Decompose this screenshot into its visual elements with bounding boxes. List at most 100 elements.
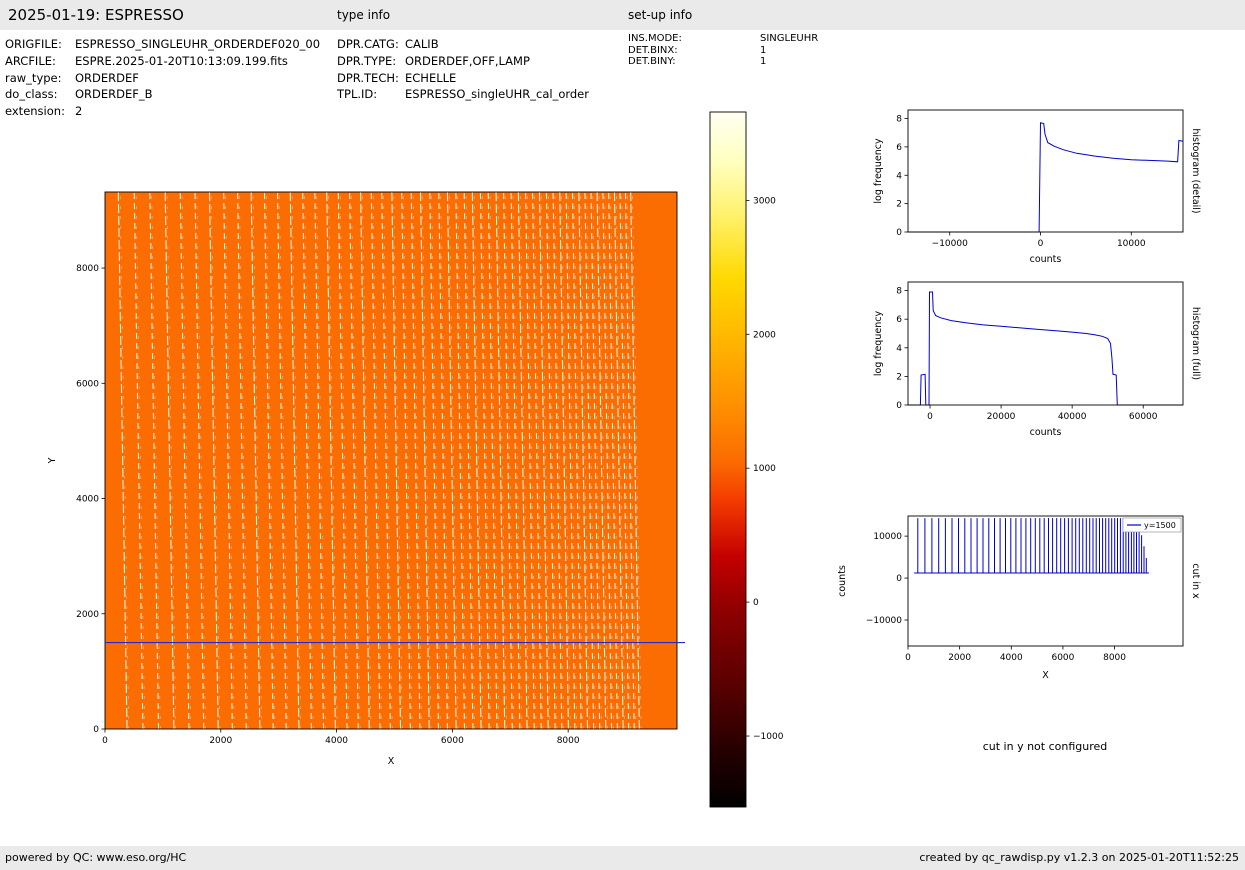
metadata-row-dprtech: DPR.TECH: ECHELLE (337, 70, 623, 87)
footer-created-by: created by qc_rawdisp.py v1.2.3 on 2025-… (919, 851, 1239, 864)
svg-text:3000: 3000 (753, 196, 776, 206)
meta-label: do_class: (5, 87, 58, 102)
svg-text:cut in x: cut in x (1190, 563, 1201, 599)
colorbar-gradient (709, 111, 747, 808)
svg-text:8000: 8000 (557, 736, 580, 746)
svg-text:histogram (full): histogram (full) (1190, 307, 1201, 380)
svg-text:4: 4 (896, 171, 902, 181)
svg-text:0: 0 (905, 653, 911, 663)
svg-text:counts: counts (1030, 427, 1062, 438)
type-info-block: DPR.CATG: CALIB DPR.TYPE: ORDERDEF,OFF,LAM… (337, 36, 623, 104)
svg-text:0: 0 (93, 725, 99, 735)
histogram-detail-plot: −10000 0 10000 0 2 4 6 8 counts log frequency hist… (873, 109, 1201, 265)
metadata-row-insmode: INS.MODE: SINGLEUHR (628, 33, 818, 45)
meta-label: DET.BINY: (628, 56, 676, 67)
meta-label: INS.MODE: (628, 33, 682, 44)
histogram-full-plot: 0 20000 40000 60000 0 2 4 6 8 counts log frequency… (873, 281, 1201, 438)
meta-value: ORDERDEF (75, 70, 139, 85)
svg-text:4000: 4000 (76, 495, 99, 505)
svg-text:8000: 8000 (76, 264, 99, 274)
svg-text:0: 0 (896, 574, 902, 584)
svg-text:1000: 1000 (753, 464, 776, 474)
svg-text:8: 8 (896, 115, 902, 125)
meta-value: 1 (760, 44, 767, 56)
svg-text:40000: 40000 (1058, 412, 1087, 422)
svg-text:6000: 6000 (1051, 653, 1074, 663)
raw-frame-image (105, 192, 677, 729)
svg-text:2000: 2000 (76, 610, 99, 620)
metadata-row-detbinx: DET.BINX: 1 (628, 45, 818, 57)
svg-text:6000: 6000 (441, 736, 464, 746)
type-info-heading: type info (337, 8, 391, 22)
svg-text:2: 2 (896, 372, 902, 382)
meta-value: ESPRE.2025-01-20T10:13:09.199.fits (75, 53, 288, 68)
meta-label: extension: (5, 104, 65, 119)
cut-in-x-plot: 0 2000 4000 6000 8000 10000 0 −10000 Xcounts cut … (837, 515, 1201, 681)
colorbar: 3000 2000 1000 0 −1000 (709, 111, 784, 808)
svg-text:Y: Y (47, 457, 58, 464)
metadata-row-tplid: TPL.ID: ESPRESSO_singleUHR_cal_order (337, 86, 623, 103)
svg-text:20000: 20000 (987, 412, 1016, 422)
svg-text:60000: 60000 (1129, 412, 1158, 422)
meta-value: ORDERDEF_B (75, 87, 153, 102)
svg-text:log frequency: log frequency (873, 138, 884, 204)
svg-text:2: 2 (896, 200, 902, 210)
meta-label: TPL.ID: (337, 87, 378, 102)
svg-text:0: 0 (927, 412, 933, 422)
meta-label: DET.BINX: (628, 44, 678, 56)
svg-text:log frequency: log frequency (873, 311, 884, 377)
meta-value: ESPRESSO_SINGLEUHR_ORDERDEF020_00 (75, 37, 321, 51)
histogram_detail-curve (908, 122, 1184, 233)
svg-text:−10000: −10000 (932, 239, 968, 249)
meta-value: 1 (760, 56, 767, 67)
file-info-block: ORIGFILE: ESPRESSO_SINGLEUHR_ORDERDEF020_… (5, 36, 320, 120)
raw-frame-plot: 0 2000 4000 6000 8000 0 2000 4000 6000 8000 X Y (47, 191, 685, 767)
metadata-row-origfile: ORIGFILE: ESPRESSO_SINGLEUHR_ORDERDEF020_… (5, 36, 320, 53)
svg-text:2000: 2000 (209, 736, 232, 746)
meta-label: DPR.CATG: (337, 37, 399, 51)
svg-text:−1000: −1000 (753, 732, 784, 742)
metadata-row-detbiny: DET.BINY: 1 (628, 56, 818, 68)
svg-text:counts: counts (1030, 254, 1062, 265)
footer-bar: powered by QC: www.eso.org/HC created by… (0, 846, 1245, 870)
svg-text:2000: 2000 (753, 330, 776, 340)
svg-text:X: X (1042, 670, 1049, 681)
meta-value: ORDERDEF,OFF,LAMP (405, 53, 530, 68)
meta-value: ESPRESSO_singleUHR_cal_order (405, 87, 589, 102)
metadata-row-arcfile: ARCFILE: ESPRE.2025-01-20T10:13:09.199.fi… (5, 53, 320, 70)
metadata-row-dprcatg: DPR.CATG: CALIB (337, 36, 623, 53)
svg-text:6: 6 (896, 143, 902, 153)
footer-powered-by: powered by QC: www.eso.org/HC (5, 851, 187, 864)
svg-text:0: 0 (1038, 239, 1044, 249)
svg-text:0: 0 (753, 598, 759, 608)
cut-x-legend: y=1500 (1122, 517, 1182, 533)
meta-label: ARCFILE: (5, 53, 56, 68)
meta-label: DPR.TECH: (337, 70, 399, 85)
metadata-row-rawtype: raw_type: ORDERDEF (5, 70, 320, 87)
meta-value: SINGLEUHR (760, 33, 819, 44)
svg-text:−10000: −10000 (866, 616, 902, 626)
page-title: 2025-01-19: ESPRESSO (8, 6, 184, 24)
metadata-row-doclass: do_class: ORDERDEF_B (5, 86, 320, 103)
setup-info-block: INS.MODE: SINGLEUHR DET.BINX: 1 DET.BINY: 1 (628, 33, 818, 68)
histogram_full-curve (908, 291, 1183, 406)
svg-text:0: 0 (896, 401, 902, 411)
svg-text:6000: 6000 (76, 379, 99, 389)
svg-text:histogram (detail): histogram (detail) (1190, 128, 1201, 213)
svg-text:y=1500: y=1500 (1144, 521, 1176, 530)
svg-text:0: 0 (102, 736, 108, 746)
cut-x-curve (914, 518, 1149, 574)
svg-text:X: X (388, 756, 395, 767)
meta-label: ORIGFILE: (5, 37, 62, 51)
meta-label: raw_type: (5, 70, 62, 85)
cut-in-y-note: cut in y not configured (982, 740, 1108, 753)
meta-value: CALIB (405, 37, 439, 51)
svg-text:10000: 10000 (1117, 239, 1146, 249)
meta-label: DPR.TYPE: (337, 53, 397, 68)
metadata-row-dprtype: DPR.TYPE: ORDERDEF,OFF,LAMP (337, 53, 623, 70)
svg-text:2000: 2000 (948, 653, 971, 663)
svg-text:8: 8 (896, 287, 902, 297)
setup-info-heading: set-up info (628, 8, 693, 22)
svg-text:4: 4 (896, 344, 902, 354)
header-bar: 2025-01-19: ESPRESSO type info set-up in… (0, 0, 1245, 30)
